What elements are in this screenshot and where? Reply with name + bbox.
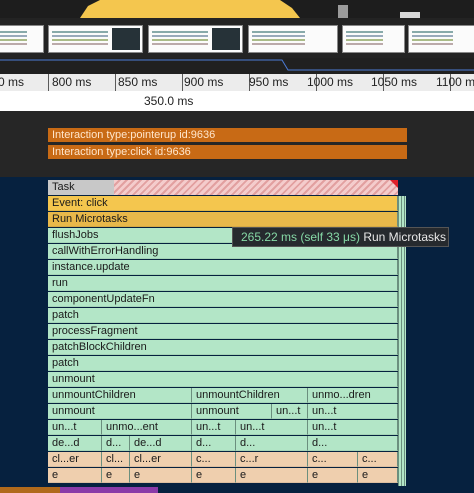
time-ruler[interactable]: 0 ms 800 ms 850 ms 900 ms 950 ms 1000 ms… xyxy=(0,74,474,91)
selection-range[interactable]: 350.0 ms xyxy=(0,91,474,111)
flame-frame[interactable]: de...d xyxy=(48,436,102,451)
ruler-tick xyxy=(115,74,116,91)
ruler-label: 0 ms xyxy=(0,75,25,89)
interactions-track: Interaction type:pointerup id:9636 Inter… xyxy=(0,111,474,177)
bottom-track-orange xyxy=(0,487,60,493)
flame-frame[interactable]: e xyxy=(358,468,398,483)
flame-frame[interactable]: run xyxy=(48,276,398,291)
tooltip-label: Run Microtasks xyxy=(363,230,446,244)
flame-frame[interactable]: unmo...dren xyxy=(308,388,398,403)
screenshot-thumbnail[interactable] xyxy=(148,25,243,53)
flame-frame[interactable]: cl...er xyxy=(48,452,102,467)
timeline-activity-strip xyxy=(0,58,474,74)
ruler-label: 800 ms xyxy=(52,75,92,89)
ruler-label: 1100 ms xyxy=(436,75,474,89)
flame-frame[interactable]: componentUpdateFn xyxy=(48,292,398,307)
ruler-tick xyxy=(182,74,183,91)
tooltip-time: 265.22 ms (self 33 μs) xyxy=(241,230,360,244)
screenshot-thumbnail[interactable] xyxy=(342,25,405,53)
long-task-overage xyxy=(114,180,398,195)
ruler-label: 1050 ms xyxy=(371,75,418,89)
flame-frame[interactable]: d... xyxy=(102,436,130,451)
flame-frame[interactable]: e xyxy=(308,468,358,483)
flame-frame[interactable]: e xyxy=(130,468,192,483)
ruler-tick xyxy=(48,74,49,91)
flame-frame[interactable]: cl...er xyxy=(130,452,192,467)
flame-frame[interactable]: un...t xyxy=(48,420,102,435)
cpu-overview[interactable] xyxy=(0,0,474,18)
ruler-label: 950 ms xyxy=(249,75,289,89)
ruler-label: 900 ms xyxy=(184,75,224,89)
flame-frame[interactable]: c... xyxy=(358,452,398,467)
flame-frame[interactable]: d... xyxy=(192,436,236,451)
run-microtasks[interactable]: Run Microtasks xyxy=(48,212,398,227)
selection-duration: 350.0 ms xyxy=(144,94,194,108)
flame-frame[interactable]: unmount xyxy=(48,404,192,419)
main-thread-flame-chart[interactable]: Task Event: click Run Microtasks flushJo… xyxy=(0,177,474,493)
screenshot-thumbnail[interactable] xyxy=(0,25,44,53)
flame-frame[interactable]: e xyxy=(236,468,308,483)
flame-frame[interactable]: patch xyxy=(48,356,398,371)
flame-frame[interactable]: unmount xyxy=(192,404,272,419)
interaction-pointerup[interactable]: Interaction type:pointerup id:9636 xyxy=(48,128,407,142)
flame-frame[interactable]: unmount xyxy=(48,372,398,387)
flame-frame[interactable]: e xyxy=(48,468,102,483)
flame-frame[interactable]: e xyxy=(192,468,236,483)
ruler-label: 1000 ms xyxy=(307,75,354,89)
flame-frame[interactable]: patch xyxy=(48,308,398,323)
flame-frame[interactable]: cl... xyxy=(102,452,130,467)
flame-frame[interactable]: un...t xyxy=(308,420,398,435)
flame-frame[interactable]: d... xyxy=(308,436,398,451)
screenshot-thumbnail[interactable] xyxy=(248,25,338,53)
flame-frame[interactable]: patchBlockChildren xyxy=(48,340,398,355)
cpu-activity-chart xyxy=(80,0,420,18)
flame-frame[interactable]: processFragment xyxy=(48,324,398,339)
flame-frame[interactable]: un...t xyxy=(308,404,398,419)
long-task-warning-icon xyxy=(390,180,398,188)
screenshot-filmstrip[interactable] xyxy=(0,18,474,58)
screenshot-thumbnail[interactable] xyxy=(408,25,474,53)
flame-frame[interactable]: c... xyxy=(308,452,358,467)
memory-line-chart xyxy=(0,59,474,71)
task-event[interactable]: Task xyxy=(48,180,114,195)
flame-frame[interactable]: unmo...ent xyxy=(102,420,192,435)
flame-frame[interactable]: e xyxy=(102,468,130,483)
flame-frame[interactable]: un...t xyxy=(236,420,308,435)
event-click[interactable]: Event: click xyxy=(48,196,398,211)
flame-frame[interactable]: unmountChildren xyxy=(192,388,308,403)
flame-frame[interactable]: de...d xyxy=(130,436,192,451)
screenshot-thumbnail[interactable] xyxy=(48,25,143,53)
flame-frame[interactable]: unmountChildren xyxy=(48,388,192,403)
flame-frame[interactable]: c... xyxy=(192,452,236,467)
flame-frame[interactable]: un...t xyxy=(272,404,308,419)
interaction-click[interactable]: Interaction type:click id:9636 xyxy=(48,145,407,159)
bottom-track-purple xyxy=(60,487,158,493)
flame-tooltip: 265.22 ms (self 33 μs) Run Microtasks xyxy=(232,227,449,247)
flame-frame[interactable]: un...t xyxy=(192,420,236,435)
flame-frame[interactable]: d... xyxy=(236,436,308,451)
flame-frame[interactable]: c...r xyxy=(236,452,308,467)
ruler-label: 850 ms xyxy=(118,75,158,89)
flame-frame[interactable]: instance.update xyxy=(48,260,398,275)
